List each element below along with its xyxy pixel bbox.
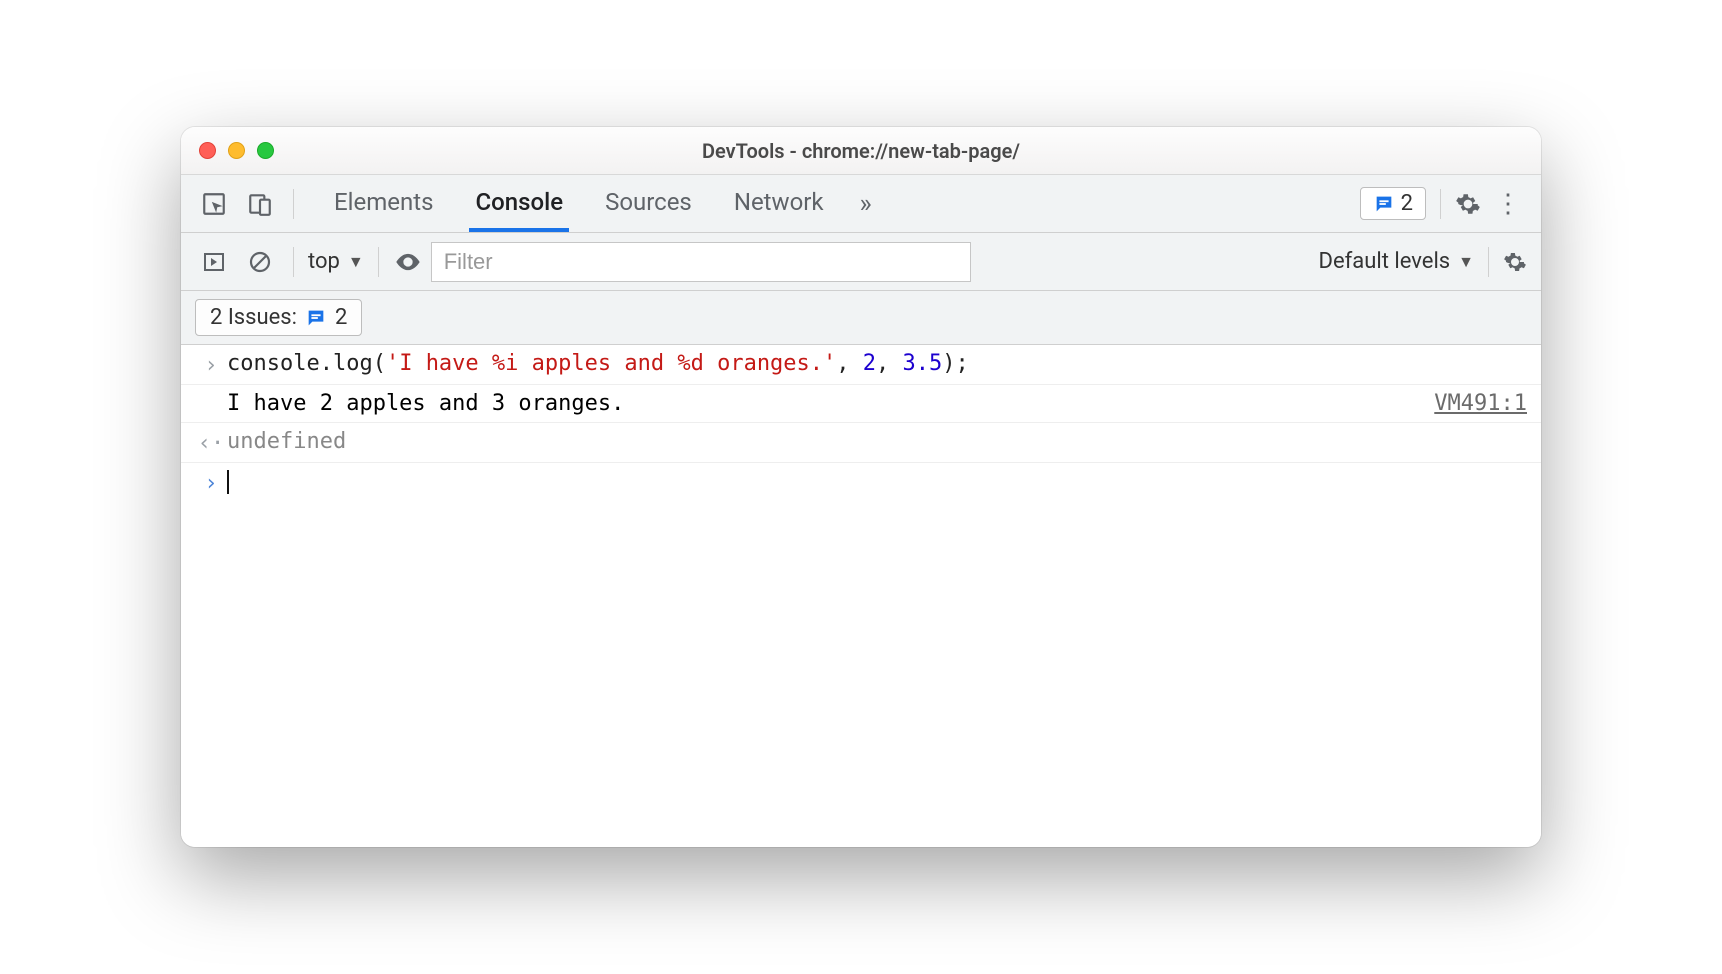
inspect-element-icon[interactable] — [195, 185, 233, 223]
devtools-window: DevTools - chrome://new-tab-page/ Elemen… — [181, 127, 1541, 847]
issues-count: 2 — [1401, 191, 1413, 216]
code-sep: , — [876, 351, 903, 376]
code-number: 3.5 — [903, 351, 943, 376]
live-expression-icon[interactable] — [393, 247, 423, 277]
source-link[interactable]: VM491:1 — [1434, 391, 1527, 416]
chevron-down-icon: ▼ — [348, 252, 364, 272]
window-title: DevTools - chrome://new-tab-page/ — [181, 139, 1541, 163]
tab-console[interactable]: Console — [469, 175, 569, 232]
chat-icon — [1373, 193, 1395, 215]
more-tabs-icon[interactable]: » — [860, 189, 872, 219]
tabs: Elements Console Sources Network » — [328, 175, 872, 232]
chevron-down-icon: ▼ — [1458, 252, 1474, 272]
divider — [1440, 189, 1441, 219]
chat-icon — [305, 307, 327, 329]
text-cursor — [227, 470, 229, 494]
input-chevron-icon: › — [195, 351, 227, 378]
tab-elements[interactable]: Elements — [328, 175, 439, 232]
console-return-value: undefined — [227, 429, 1527, 454]
code-number: 2 — [863, 351, 876, 376]
console-prompt-row[interactable]: › — [181, 463, 1541, 502]
prompt-chevron-icon: › — [195, 469, 227, 496]
divider — [378, 247, 379, 277]
console-body: › console.log('I have %i apples and %d o… — [181, 345, 1541, 847]
return-chevron-icon: ‹· — [195, 429, 227, 456]
tab-sources[interactable]: Sources — [599, 175, 698, 232]
console-input-code: console.log('I have %i apples and %d ora… — [227, 351, 1527, 376]
titlebar: DevTools - chrome://new-tab-page/ — [181, 127, 1541, 175]
console-return-row: ‹· undefined — [181, 423, 1541, 463]
device-toolbar-icon[interactable] — [241, 185, 279, 223]
console-settings-gear-icon[interactable] — [1503, 250, 1527, 274]
context-selector[interactable]: top ▼ — [308, 249, 364, 274]
divider — [293, 189, 294, 219]
gutter-spacer — [195, 391, 227, 393]
issues-count: 2 — [335, 305, 347, 330]
kebab-menu-icon[interactable]: ⋮ — [1489, 189, 1527, 219]
code-method: console.log( — [227, 351, 386, 376]
issues-summary-button[interactable]: 2 Issues: 2 — [195, 299, 362, 336]
divider — [293, 247, 294, 277]
context-label: top — [308, 249, 340, 274]
log-levels-selector[interactable]: Default levels ▼ — [1319, 249, 1474, 274]
clear-console-icon[interactable] — [241, 243, 279, 281]
issues-button[interactable]: 2 — [1360, 187, 1426, 220]
code-sep: , — [836, 351, 863, 376]
divider — [1488, 247, 1489, 277]
console-output-text: I have 2 apples and 3 oranges. — [227, 391, 1422, 416]
console-input-row: › console.log('I have %i apples and %d o… — [181, 345, 1541, 385]
filter-input[interactable] — [431, 242, 971, 282]
console-output-row: I have 2 apples and 3 oranges. VM491:1 — [181, 385, 1541, 423]
tab-network[interactable]: Network — [728, 175, 830, 232]
issues-summary-row: 2 Issues: 2 — [181, 291, 1541, 345]
console-prompt-input[interactable] — [227, 469, 1527, 494]
levels-label: Default levels — [1319, 249, 1451, 274]
issues-label: 2 Issues: — [210, 305, 297, 330]
code-string: 'I have %i apples and %d oranges.' — [386, 351, 836, 376]
settings-gear-icon[interactable] — [1455, 191, 1481, 217]
code-suffix: ); — [942, 351, 969, 376]
toggle-sidebar-icon[interactable] — [195, 243, 233, 281]
main-tabbar: Elements Console Sources Network » 2 ⋮ — [181, 175, 1541, 233]
console-toolbar: top ▼ Default levels ▼ — [181, 233, 1541, 291]
